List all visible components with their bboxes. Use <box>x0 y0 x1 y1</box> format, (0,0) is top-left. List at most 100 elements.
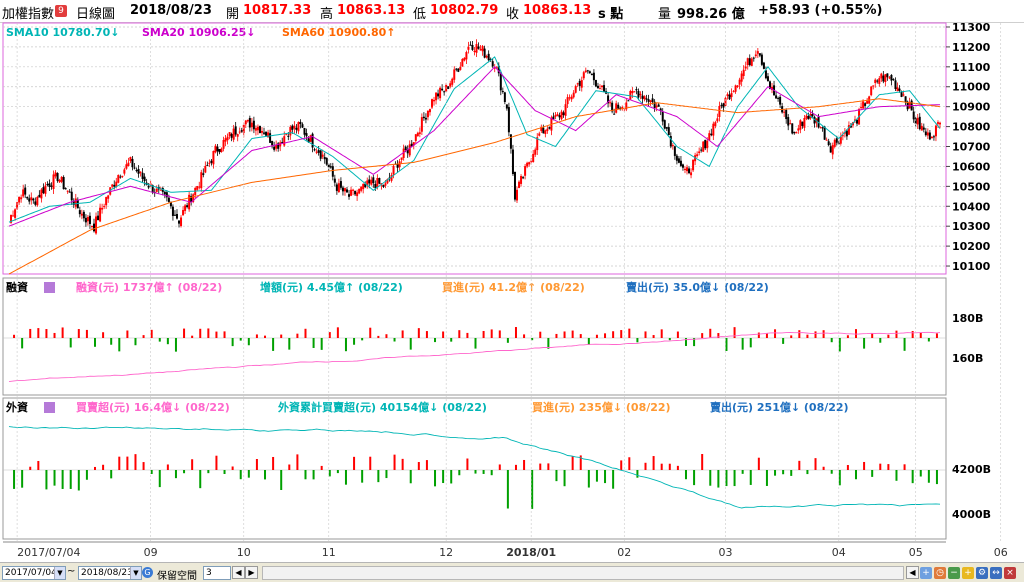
margin-bar <box>919 332 922 338</box>
margin-bar <box>903 338 906 351</box>
to-date-select[interactable]: 2018/08/23 ▼ <box>78 566 142 580</box>
candle-body <box>582 72 585 79</box>
candle-body <box>93 223 96 232</box>
margin-bar <box>774 329 777 338</box>
candle-body <box>101 207 104 210</box>
x-tick-label: 12 <box>439 546 453 559</box>
go-icon[interactable]: G <box>142 567 153 578</box>
foreign-bar <box>765 470 768 486</box>
candle-body <box>671 145 674 147</box>
candle-body <box>246 119 249 122</box>
arrow-icon[interactable]: ↔ <box>990 567 1002 579</box>
candle-body <box>309 135 312 142</box>
settings-icon[interactable]: ⚙ <box>976 567 988 579</box>
x-tick-label: 2018/01 <box>506 546 556 559</box>
candle-body <box>870 86 873 96</box>
zoom-in-icon[interactable]: + <box>920 567 932 579</box>
foreign-y-tick-label: 4200B <box>952 463 991 476</box>
candle-body <box>528 162 531 165</box>
foreign-bar <box>458 470 461 476</box>
foreign-bar <box>741 470 744 474</box>
scroll-prev-icon[interactable]: ◀ <box>906 566 919 579</box>
margin-bar <box>879 338 882 343</box>
margin-bar <box>701 333 704 338</box>
candle-body <box>860 107 863 109</box>
margin-bar <box>77 329 80 338</box>
high-label: 高 <box>320 7 334 22</box>
candle-body <box>265 131 268 136</box>
candle-body <box>845 130 848 137</box>
candle-body <box>182 210 185 216</box>
period-label[interactable]: 日線圖 <box>76 3 115 22</box>
candle-body <box>206 164 209 166</box>
candle-body <box>295 127 298 130</box>
margin-bar <box>255 334 258 338</box>
margin-bar <box>21 338 24 349</box>
scroll-left-icon[interactable]: ◀ <box>232 566 245 579</box>
foreign-bar <box>409 470 412 484</box>
margin-bar <box>13 334 16 338</box>
y-tick-label: 10700 <box>952 141 991 154</box>
candle-body <box>210 160 213 163</box>
candle-body <box>420 117 423 132</box>
candle-body <box>461 59 464 67</box>
candle-body <box>791 123 794 134</box>
candle-body <box>301 124 304 128</box>
foreign-bar <box>822 466 825 470</box>
candle-body <box>46 184 49 186</box>
candle-body <box>123 169 126 174</box>
x-tick-label: 10 <box>237 546 251 559</box>
scroll-right-icon[interactable]: ▶ <box>245 566 258 579</box>
candle-body <box>722 103 725 108</box>
candle-body <box>864 103 867 106</box>
candle-body <box>631 90 634 94</box>
low-value: 10802.79 <box>430 3 499 18</box>
x-tick-label: 02 <box>617 546 631 559</box>
margin-bar <box>417 328 420 338</box>
candle-body <box>465 52 468 60</box>
candle-body <box>507 107 510 133</box>
clock-icon[interactable]: ◷ <box>934 567 946 579</box>
candle-body <box>522 177 525 179</box>
minus-icon[interactable]: − <box>948 567 960 579</box>
to-date-value: 2018/08/23 <box>81 568 133 578</box>
candle-body <box>736 85 739 87</box>
margin-legend: 買進(元) 41.2億↑ (08/22) <box>442 280 585 294</box>
quote-date: 2018/08/23 <box>130 3 212 18</box>
margin-bar <box>288 338 291 350</box>
foreign-bar <box>126 456 129 470</box>
foreign-bar <box>304 470 307 480</box>
margin-bar <box>757 332 760 338</box>
candle-body <box>615 103 618 113</box>
candle-body <box>139 171 142 173</box>
from-date-value: 2017/07/04 <box>5 568 57 578</box>
foreign-bar <box>272 456 275 470</box>
margin-bar <box>927 338 930 342</box>
candle-body <box>384 183 387 186</box>
time-scrollbar[interactable] <box>262 566 904 580</box>
plus-icon[interactable]: + <box>962 567 974 579</box>
foreign-bar <box>490 470 493 476</box>
candle-body <box>902 94 905 96</box>
margin-bar <box>344 338 347 352</box>
keep-space-input[interactable]: 3 <box>203 566 231 580</box>
candle-body <box>252 120 255 130</box>
candle-body <box>18 196 21 203</box>
candle-body <box>661 111 664 122</box>
badge-icon[interactable]: 9 <box>55 5 67 17</box>
candle-body <box>936 122 939 124</box>
margin-bar <box>871 333 874 338</box>
margin-bar <box>563 331 566 338</box>
candle-body <box>273 146 276 150</box>
chart-area[interactable]: 11300 11200 11100 11000 10900 10800 10700 10600… <box>0 22 1024 562</box>
candle-body <box>827 141 830 146</box>
candle-body <box>683 168 686 171</box>
candle-body <box>303 127 306 135</box>
foreign-bar <box>628 457 631 470</box>
candle-body <box>649 100 652 103</box>
candle-body <box>590 73 593 75</box>
x-tick-label: 11 <box>322 546 336 559</box>
foreign-bar <box>595 470 598 482</box>
from-date-select[interactable]: 2017/07/04 ▼ <box>2 566 66 580</box>
close-icon[interactable]: × <box>1004 567 1016 579</box>
